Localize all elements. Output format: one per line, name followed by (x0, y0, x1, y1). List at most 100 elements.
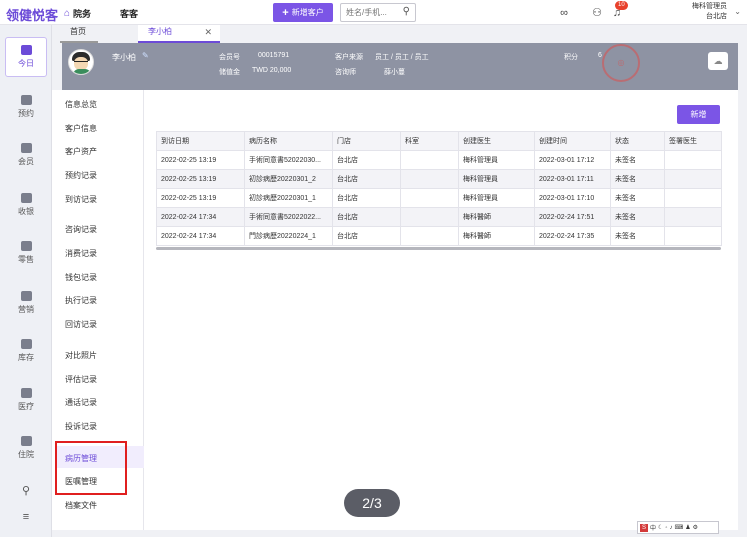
table-cell (664, 150, 722, 170)
wrench-icon[interactable]: ⚙ (693, 524, 698, 531)
edit-icon[interactable]: ✎ (142, 51, 149, 60)
moon-icon[interactable]: ☾ (658, 524, 663, 531)
table-row[interactable]: 2022-02-25 13:19 手術同意書52022030... 台北店 梅科… (156, 150, 722, 170)
horizontal-scrollbar[interactable] (156, 247, 721, 250)
subnav-item-complaints[interactable]: 投诉记录 (65, 421, 97, 432)
sidebar-item-member[interactable]: 会员 (5, 135, 47, 175)
col-department[interactable]: 科室 (400, 131, 459, 151)
table-cell: 2022-02-25 13:19 (156, 188, 245, 208)
search-icon[interactable]: ⚲ (403, 6, 410, 17)
subnav-item-customer-info[interactable]: 客户信息 (65, 123, 97, 134)
table-cell (400, 169, 459, 189)
member-no-value: 00015791 (258, 52, 290, 59)
search-icon[interactable]: ⚲ (0, 484, 52, 497)
menu-icon[interactable]: ≡ (0, 511, 52, 523)
sidebar-item-label: 收银 (18, 207, 34, 216)
microphone-icon[interactable]: ♪ (670, 525, 673, 531)
subnav-item-wallet[interactable]: 钱包记录 (65, 272, 97, 283)
sidebar-item-medical[interactable]: 医疗 (5, 380, 47, 420)
table-cell: 2022-03-01 17:11 (534, 169, 611, 189)
search-box: ⚲ (340, 3, 416, 22)
search-input[interactable] (341, 4, 399, 21)
consultant-value: 薛小蔓 (384, 69, 405, 76)
medical-records-table: 到访日期 病历名称 门店 科室 创建医生 创建时间 状态 签署医生 2022-0… (156, 131, 722, 246)
table-cell: 未签名 (610, 150, 665, 170)
user-icon[interactable]: ♟ (685, 524, 690, 531)
sidebar-item-inventory[interactable]: 库存 (5, 331, 47, 371)
subnav-item-calls[interactable]: 通话记录 (65, 397, 97, 408)
sidebar-item-label: 零售 (18, 255, 34, 264)
tab-home[interactable]: 首页 (60, 25, 98, 43)
ime-toolbar[interactable]: S 中 ☾ ◦ ♪ ⌨ ♟ ⚙ (637, 521, 719, 534)
col-signing-doctor[interactable]: 签署医生 (664, 131, 722, 151)
table-cell: 2022-02-24 17:51 (534, 207, 611, 227)
table-cell: 門診病歷20220224_1 (244, 226, 333, 246)
tab-patient[interactable]: 李小柏 ✕ (138, 25, 220, 43)
points-label: 积分 (564, 54, 578, 61)
col-store[interactable]: 门店 (332, 131, 401, 151)
table-cell: 2022-03-01 17:12 (534, 150, 611, 170)
plus-icon: + (282, 6, 289, 19)
nav-customer[interactable]: 客客 (120, 7, 138, 20)
tab-strip: 首页 李小柏 ✕ (52, 25, 747, 43)
subnav-item-execution[interactable]: 执行记录 (65, 295, 97, 306)
table-row[interactable]: 2022-02-25 13:19 初診病歷20220301_2 台北店 梅科管理… (156, 169, 722, 189)
table-row[interactable]: 2022-02-24 17:34 手術同意書52022022... 台北店 梅科… (156, 207, 722, 227)
subnav-item-photos[interactable]: 对比照片 (65, 350, 97, 361)
sidebar-item-label: 今日 (18, 59, 34, 68)
keyboard-icon[interactable]: ⌨ (675, 524, 684, 531)
member-no-label: 会员号 (219, 54, 240, 61)
wechat-icon[interactable]: ☁ (708, 52, 728, 70)
user-menu[interactable]: 梅科管理员 台北店 (692, 2, 727, 22)
nav-customer-label: 客客 (120, 9, 139, 19)
sidebar-item-appointment[interactable]: 预约 (5, 87, 47, 127)
table-cell: 2022-02-24 17:34 (156, 226, 245, 246)
subnav-item-evaluation[interactable]: 评估记录 (65, 374, 97, 385)
top-bar: 领健悦客 ⌂ 院务 客客 + 新增客户 ⚲ ∞ ⚇ ♫ 10 梅科管理员 台北店… (0, 0, 747, 25)
sidebar-item-today[interactable]: 今日 (5, 37, 47, 77)
subnav-item-overview[interactable]: 信息总览 (65, 99, 97, 110)
table-cell: 台北店 (332, 226, 401, 246)
user-store: 台北店 (706, 13, 727, 20)
sidebar-item-label: 预约 (18, 109, 34, 118)
table-row[interactable]: 2022-02-24 17:34 門診病歷20220224_1 台北店 梅科醫師… (156, 226, 722, 246)
patient-name: 李小柏 (112, 53, 136, 62)
close-icon[interactable]: ✕ (204, 25, 212, 39)
col-record-name[interactable]: 病历名称 (244, 131, 333, 151)
user-profile-icon[interactable]: ⚇ (590, 6, 604, 20)
col-status[interactable]: 状态 (610, 131, 665, 151)
subnav-item-appointments[interactable]: 预约记录 (65, 170, 97, 181)
table-cell: 手術同意書52022030... (244, 150, 333, 170)
table-cell: 2022-02-24 17:34 (156, 207, 245, 227)
consultant-label: 咨询师 (335, 69, 356, 76)
table-cell: 台北店 (332, 169, 401, 189)
brand-logo[interactable]: 领健悦客 (6, 5, 58, 24)
table-cell: 2022-02-24 17:35 (534, 226, 611, 246)
user-name: 梅科管理员 (692, 3, 727, 10)
subnav-item-files[interactable]: 档案文件 (65, 500, 97, 511)
sidebar-item-retail[interactable]: 零售 (5, 233, 47, 273)
subnav-item-visits[interactable]: 到访记录 (65, 194, 97, 205)
col-created-time[interactable]: 创建时间 (534, 131, 611, 151)
subnav-item-consumption[interactable]: 消费记录 (65, 248, 97, 259)
nav-home[interactable]: ⌂ 院务 (64, 7, 91, 20)
link-icon[interactable]: ∞ (557, 6, 571, 20)
subnav-item-followup[interactable]: 回访记录 (65, 319, 97, 330)
subnav-item-consultations[interactable]: 咨询记录 (65, 224, 97, 235)
ime-mode-label[interactable]: 中 (650, 523, 656, 532)
add-record-button[interactable]: 新增 (677, 105, 720, 124)
subnav-item-assets[interactable]: 客户资产 (65, 146, 97, 157)
punctuation-icon[interactable]: ◦ (665, 525, 667, 531)
table-cell (400, 226, 459, 246)
sidebar-item-cashier[interactable]: 收银 (5, 185, 47, 225)
col-visit-date[interactable]: 到访日期 (156, 131, 245, 151)
table-row[interactable]: 2022-02-25 13:19 初診病歷20220301_1 台北店 梅科管理… (156, 188, 722, 208)
table-cell: 台北店 (332, 188, 401, 208)
col-creator[interactable]: 创建医生 (458, 131, 535, 151)
megaphone-icon (20, 291, 32, 301)
new-customer-button[interactable]: + 新增客户 (273, 3, 333, 22)
sidebar-item-inpatient[interactable]: 住院 (5, 428, 47, 468)
table-cell: 未签名 (610, 169, 665, 189)
chevron-down-icon[interactable]: ⌄ (734, 7, 741, 16)
sidebar-item-marketing[interactable]: 营销 (5, 283, 47, 323)
